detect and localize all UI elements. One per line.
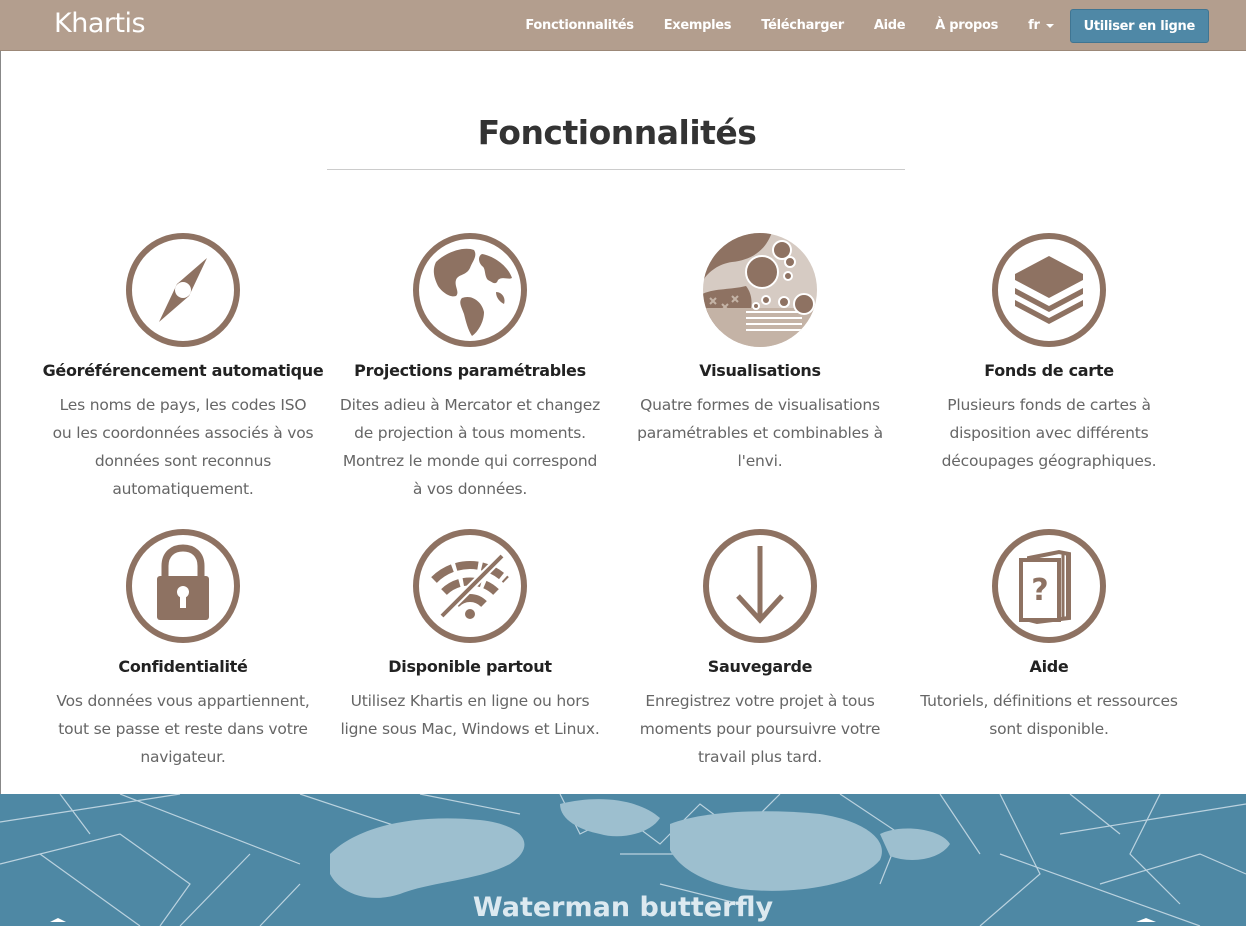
feature-title: Fonds de carte xyxy=(984,361,1114,380)
nav-link-exemples[interactable]: Exemples xyxy=(664,18,732,33)
feature-title: Sauvegarde xyxy=(707,657,813,676)
projection-name-caption: Waterman butterfly xyxy=(472,892,774,923)
nav-links: Fonctionnalités Exemples Télécharger Aid… xyxy=(495,0,1209,51)
compass-icon xyxy=(126,233,240,347)
offline-wifi-icon xyxy=(413,529,527,643)
nav-link-fonctionnalites[interactable]: Fonctionnalités xyxy=(525,18,634,33)
feature-visualisations: Visualisations Quatre formes de visualis… xyxy=(615,232,905,475)
feature-projections: Projections paramétrables Dites adieu à … xyxy=(325,232,615,503)
feature-title: Confidentialité xyxy=(118,657,248,676)
nav-link-aide[interactable]: Aide xyxy=(874,18,906,33)
feature-title: Projections paramétrables xyxy=(354,361,586,380)
nav-link-telecharger[interactable]: Télécharger xyxy=(761,18,844,33)
section-title: Fonctionnalités xyxy=(477,113,757,152)
feature-description: Quatre formes de visualisations paramétr… xyxy=(637,396,883,470)
globe-icon xyxy=(413,233,527,347)
feature-title: Visualisations xyxy=(699,361,821,380)
language-dropdown[interactable]: fr xyxy=(1028,18,1054,33)
projection-showcase-banner[interactable]: Waterman butterfly xyxy=(0,794,1246,926)
lock-icon xyxy=(126,529,240,643)
feature-privacy: Confidentialité Vos données vous apparti… xyxy=(38,528,328,771)
feature-georeferencing: Géoréférencement automatique Les noms de… xyxy=(38,232,328,503)
top-navbar: Khartis Fonctionnalités Exemples Télécha… xyxy=(0,0,1246,51)
feature-title: Géoréférencement automatique xyxy=(42,361,324,380)
svg-text:?: ? xyxy=(1031,573,1048,608)
caret-down-icon xyxy=(1045,23,1054,28)
layers-icon xyxy=(992,233,1106,347)
feature-description: Dites adieu à Mercator et changez de pro… xyxy=(339,396,601,498)
feature-title: Disponible partout xyxy=(388,657,552,676)
use-online-button[interactable]: Utiliser en ligne xyxy=(1069,8,1209,43)
feature-description: Les noms de pays, les codes ISO ou les c… xyxy=(52,396,314,498)
feature-description: Vos données vous appartiennent, tout se … xyxy=(56,692,310,766)
language-label: fr xyxy=(1028,18,1040,33)
feature-available-everywhere: Disponible partout Utilisez Khartis en l… xyxy=(325,528,615,743)
download-icon xyxy=(703,529,817,643)
title-divider xyxy=(327,169,905,170)
feature-description: Enregistrez votre projet à tous moments … xyxy=(639,692,881,766)
help-book-icon: ? xyxy=(992,529,1106,643)
nav-link-a-propos[interactable]: À propos xyxy=(935,18,998,33)
brand-logo[interactable]: Khartis xyxy=(54,8,146,39)
feature-save: Sauvegarde Enregistrez votre projet à to… xyxy=(615,528,905,771)
feature-title: Aide xyxy=(1029,657,1069,676)
visualisation-icon xyxy=(703,233,817,347)
feature-help: ? Aide Tutoriels, définitions et ressour… xyxy=(904,528,1194,743)
feature-description: Utilisez Khartis en ligne ou hors ligne … xyxy=(340,692,600,738)
feature-basemaps: Fonds de carte Plusieurs fonds de cartes… xyxy=(904,232,1194,475)
feature-description: Plusieurs fonds de cartes à disposition … xyxy=(941,396,1157,470)
feature-description: Tutoriels, définitions et ressources son… xyxy=(920,692,1178,738)
page-left-border xyxy=(0,51,1,794)
